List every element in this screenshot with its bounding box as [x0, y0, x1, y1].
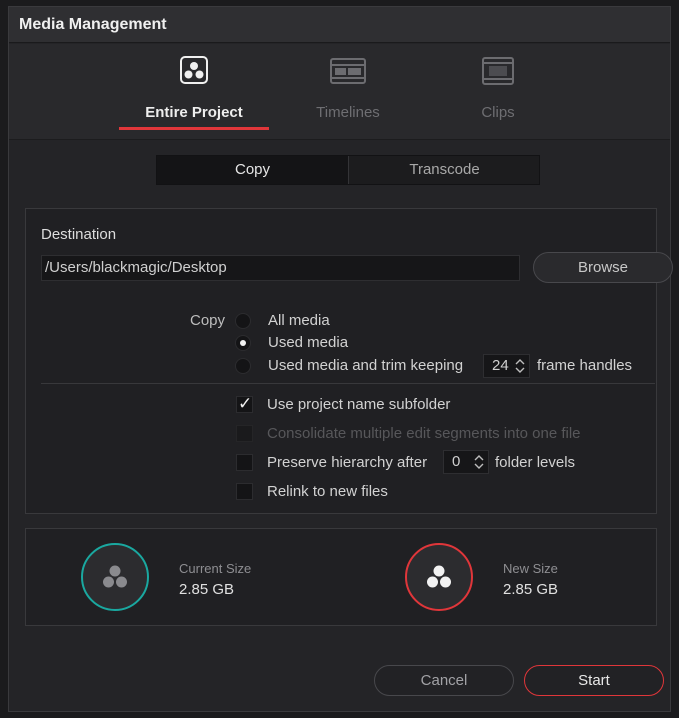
frame-handles-value: 24	[492, 357, 509, 374]
consolidate-segments-label: Consolidate multiple edit segments into …	[267, 425, 581, 442]
section-divider	[41, 383, 655, 384]
frame-handles-suffix: frame handles	[537, 357, 633, 374]
frame-handles-stepper[interactable]: 24	[483, 354, 530, 378]
tab-timelines-label: Timelines	[316, 104, 380, 121]
current-size-value: 2.85 GB	[179, 581, 235, 598]
current-size-badge	[81, 543, 149, 611]
checkbox-relink[interactable]	[236, 483, 253, 500]
tab-clips-label: Clips	[481, 104, 515, 121]
destination-path-field[interactable]: /Users/blackmagic/Desktop	[41, 255, 520, 281]
new-size-value: 2.85 GB	[503, 581, 559, 598]
cancel-button[interactable]: Cancel	[374, 665, 514, 696]
dialog-title: Media Management	[19, 16, 167, 33]
title-bar: Media Management	[9, 7, 670, 43]
size-summary-panel: Current Size 2.85 GB New Size 2.85 GB	[25, 528, 657, 626]
used-media-label: Used media	[268, 334, 349, 351]
transcode-button[interactable]: Transcode	[349, 156, 540, 184]
folder-levels-value: 0	[452, 453, 461, 470]
tab-timelines[interactable]: Timelines	[273, 44, 423, 140]
folder-levels-suffix: folder levels	[495, 454, 576, 471]
copy-transcode-toggle: Copy Transcode	[156, 155, 540, 185]
checkbox-project-subfolder[interactable]	[236, 394, 253, 414]
resolve-logo-icon	[427, 565, 451, 588]
resolve-logo-icon	[180, 56, 208, 84]
active-tab-underline	[119, 127, 269, 130]
preserve-hierarchy-label: Preserve hierarchy after	[267, 454, 428, 471]
tab-clips[interactable]: Clips	[423, 44, 573, 140]
tab-entire-project[interactable]: Entire Project	[119, 44, 269, 140]
tab-entire-project-label: Entire Project	[145, 104, 243, 121]
radio-all-media[interactable]	[235, 313, 251, 329]
destination-label: Destination	[41, 226, 117, 243]
project-subfolder-label: Use project name subfolder	[267, 396, 451, 413]
new-size-label: New Size	[503, 561, 558, 576]
options-panel: Destination /Users/blackmagic/Desktop Br…	[25, 208, 673, 514]
folder-levels-stepper[interactable]: 0	[443, 450, 489, 474]
checkbox-preserve-hierarchy[interactable]	[236, 454, 253, 471]
start-button[interactable]: Start	[524, 665, 664, 696]
copy-button[interactable]: Copy	[157, 156, 348, 184]
media-management-dialog: Media Management Entire Project Timeline…	[8, 6, 673, 712]
used-media-trim-label: Used media and trim keeping	[268, 357, 464, 374]
radio-used-media-trim[interactable]	[235, 358, 251, 374]
resolve-logo-icon	[103, 565, 127, 588]
current-size-label: Current Size	[179, 561, 252, 576]
mode-tabs: Entire Project Timelines Clips	[9, 44, 670, 140]
stepper-arrows-icon[interactable]	[474, 453, 484, 471]
relink-label: Relink to new files	[267, 483, 388, 500]
all-media-label: All media	[268, 312, 330, 329]
radio-used-media[interactable]	[235, 335, 251, 351]
checkbox-consolidate-segments	[236, 425, 253, 442]
browse-button[interactable]: Browse	[533, 252, 673, 283]
copy-options-label: Copy	[190, 312, 226, 329]
new-size-badge	[405, 543, 473, 611]
clips-icon	[482, 57, 514, 85]
timeline-icon	[330, 58, 366, 84]
stepper-arrows-icon[interactable]	[515, 357, 525, 375]
